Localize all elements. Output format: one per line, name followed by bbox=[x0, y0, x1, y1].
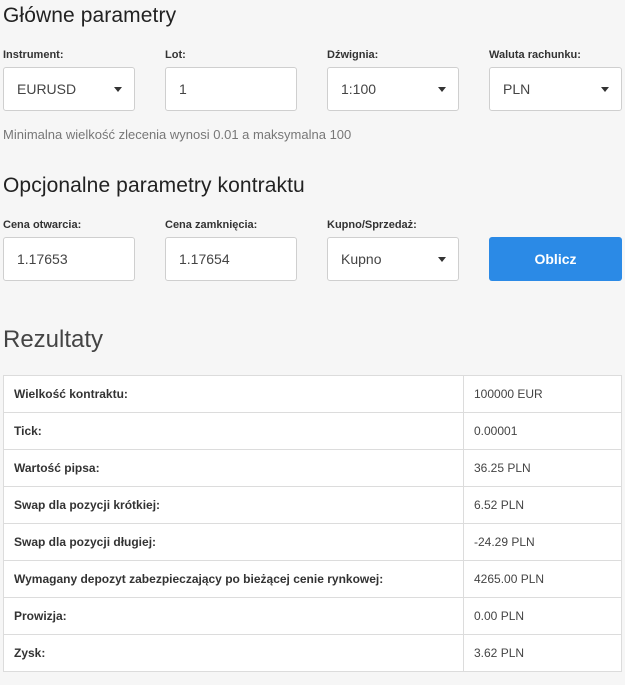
results-title: Rezultaty bbox=[3, 326, 104, 353]
result-key: Tick: bbox=[3, 412, 464, 450]
table-row: Swap dla pozycji krótkiej: 6.52 PLN bbox=[3, 486, 622, 524]
leverage-value: 1:100 bbox=[341, 81, 377, 97]
side-select[interactable]: Kupno bbox=[327, 237, 459, 281]
result-value: 6.52 PLN bbox=[463, 486, 622, 524]
result-key: Wielkość kontraktu: bbox=[3, 375, 464, 413]
calculate-button[interactable]: Oblicz bbox=[489, 237, 622, 281]
leverage-label: Dźwignia: bbox=[327, 49, 379, 61]
caret-down-icon bbox=[438, 87, 446, 92]
result-value: 0.00001 bbox=[463, 412, 622, 450]
caret-down-icon bbox=[438, 257, 446, 262]
close-price-input[interactable]: 1.17654 bbox=[165, 237, 297, 281]
close-price-value: 1.17654 bbox=[179, 251, 230, 267]
result-key: Swap dla pozycji krótkiej: bbox=[3, 486, 464, 524]
order-size-note: Minimalna wielkość zlecenia wynosi 0.01 … bbox=[3, 127, 352, 142]
currency-label: Waluta rachunku: bbox=[489, 49, 581, 61]
side-value: Kupno bbox=[341, 251, 382, 267]
result-key: Wymagany depozyt zabezpieczający po bież… bbox=[3, 560, 464, 598]
caret-down-icon bbox=[601, 87, 609, 92]
main-params-title: Główne parametry bbox=[3, 4, 177, 27]
table-row: Prowizja: 0.00 PLN bbox=[3, 597, 622, 635]
table-row: Zysk: 3.62 PLN bbox=[3, 634, 622, 672]
optional-params-title: Opcjonalne parametry kontraktu bbox=[3, 174, 305, 197]
currency-select[interactable]: PLN bbox=[489, 67, 622, 111]
leverage-select[interactable]: 1:100 bbox=[327, 67, 459, 111]
result-value: 100000 EUR bbox=[463, 375, 622, 413]
close-price-label: Cena zamknięcia: bbox=[165, 219, 258, 231]
currency-value: PLN bbox=[503, 81, 531, 97]
lot-input[interactable]: 1 bbox=[165, 67, 297, 111]
result-key: Swap dla pozycji długiej: bbox=[3, 523, 464, 561]
open-price-value: 1.17653 bbox=[17, 251, 68, 267]
side-label: Kupno/Sprzedaż: bbox=[327, 219, 417, 231]
instrument-select[interactable]: EURUSD bbox=[3, 67, 135, 111]
open-price-input[interactable]: 1.17653 bbox=[3, 237, 135, 281]
table-row: Tick: 0.00001 bbox=[3, 412, 622, 450]
table-row: Wymagany depozyt zabezpieczający po bież… bbox=[3, 560, 622, 598]
instrument-label: Instrument: bbox=[3, 49, 64, 61]
instrument-value: EURUSD bbox=[17, 81, 77, 97]
caret-down-icon bbox=[114, 87, 122, 92]
table-row: Wielkość kontraktu: 100000 EUR bbox=[3, 375, 622, 413]
result-value: -24.29 PLN bbox=[463, 523, 622, 561]
result-key: Zysk: bbox=[3, 634, 464, 672]
result-key: Wartość pipsa: bbox=[3, 449, 464, 487]
result-value: 0.00 PLN bbox=[463, 597, 622, 635]
result-value: 4265.00 PLN bbox=[463, 560, 622, 598]
result-value: 36.25 PLN bbox=[463, 449, 622, 487]
table-row: Wartość pipsa: 36.25 PLN bbox=[3, 449, 622, 487]
lot-value: 1 bbox=[179, 81, 187, 97]
results-table: Wielkość kontraktu: 100000 EUR Tick: 0.0… bbox=[3, 375, 622, 672]
lot-label: Lot: bbox=[165, 49, 186, 61]
open-price-label: Cena otwarcia: bbox=[3, 219, 82, 231]
result-key: Prowizja: bbox=[3, 597, 464, 635]
table-row: Swap dla pozycji długiej: -24.29 PLN bbox=[3, 523, 622, 561]
result-value: 3.62 PLN bbox=[463, 634, 622, 672]
